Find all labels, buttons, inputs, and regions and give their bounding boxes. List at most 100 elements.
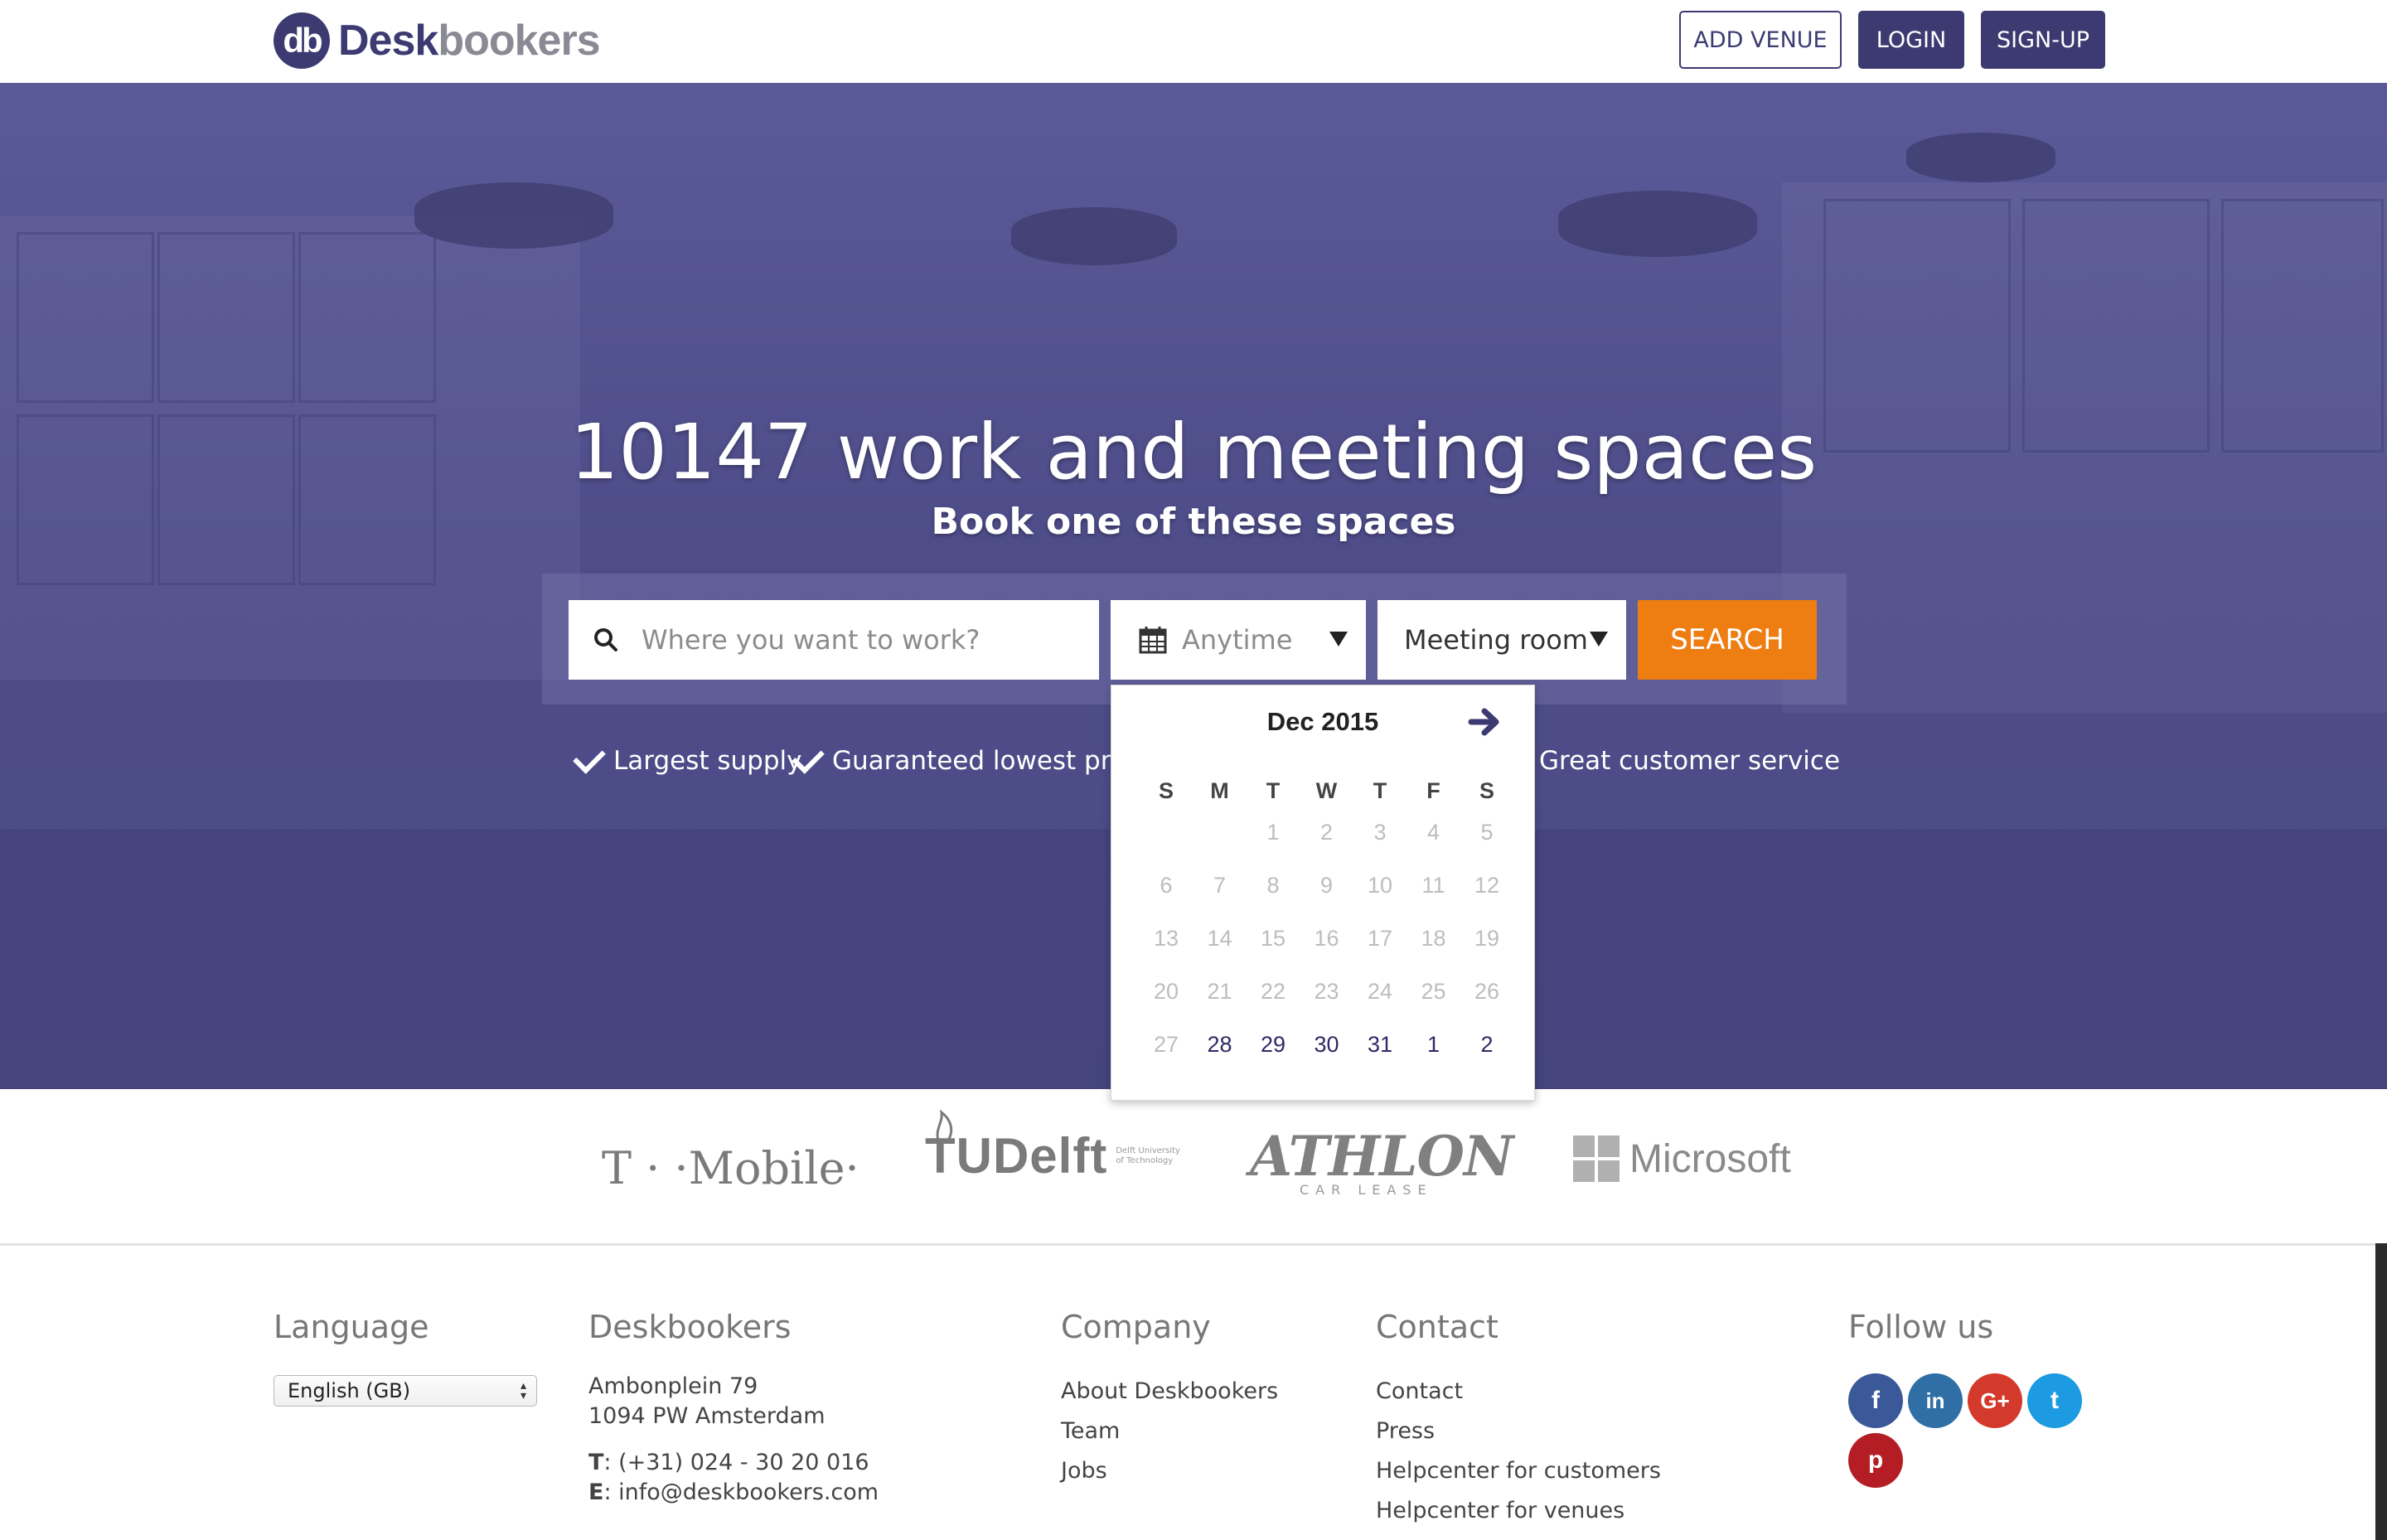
calendar-day-disabled: 8 <box>1266 873 1280 898</box>
company-heading: Company <box>1061 1309 1211 1345</box>
calendar-day-available[interactable]: 28 <box>1194 1032 1247 1058</box>
phone-label: T <box>588 1450 604 1475</box>
calendar-weekday-header: T <box>1266 778 1281 803</box>
calendar-day-available[interactable]: 2 <box>1460 1032 1513 1058</box>
linkedin-icon[interactable]: in <box>1908 1373 1963 1428</box>
footer-link-contact[interactable]: Contact <box>1376 1378 1463 1404</box>
calendar-day-disabled: 11 <box>1421 873 1445 898</box>
facebook-icon[interactable]: f <box>1848 1373 1903 1428</box>
calendar-icon <box>1139 627 1167 654</box>
calendar-day-disabled: 16 <box>1314 926 1339 951</box>
calendar-day-disabled: 12 <box>1474 873 1500 898</box>
calendar-day-disabled: 10 <box>1367 873 1393 898</box>
athlon-logo-text: ATHLON <box>1250 1124 1513 1189</box>
calendar-day-disabled: 22 <box>1260 979 1286 1004</box>
calendar-day-disabled: 18 <box>1421 926 1446 951</box>
hero-subtitle: Book one of these spaces <box>931 501 1456 543</box>
calendar-day-disabled: 24 <box>1367 979 1393 1004</box>
calendar-day-disabled: 19 <box>1474 926 1500 951</box>
footer-link-helpcenter-venues[interactable]: Helpcenter for venues <box>1376 1498 1624 1523</box>
page-scrollbar[interactable] <box>2375 1243 2387 1540</box>
usp-largest-supply: Largest supply <box>573 741 802 776</box>
calendar-day-disabled: 23 <box>1314 979 1339 1004</box>
space-type-value: Meeting room <box>1404 624 1588 656</box>
calendar-day-disabled: 20 <box>1153 979 1179 1004</box>
footer-link-jobs[interactable]: Jobs <box>1061 1458 1107 1484</box>
top-navigation-bar: db Deskbookers ADD VENUE LOGIN SIGN-UP <box>0 0 2387 83</box>
calendar-day-disabled: 13 <box>1153 926 1179 951</box>
follow-us-heading: Follow us <box>1848 1309 1994 1345</box>
calendar-day-disabled: 6 <box>1160 873 1173 898</box>
footer-link-about[interactable]: About Deskbookers <box>1061 1378 1278 1404</box>
login-button[interactable]: LOGIN <box>1858 11 1964 69</box>
calendar-day-disabled: 17 <box>1367 926 1393 951</box>
athlon-logo: ATHLON CAR LEASE <box>1250 1124 1513 1198</box>
add-venue-button[interactable]: ADD VENUE <box>1679 11 1842 69</box>
language-select[interactable]: English (GB) ▴ ▾ <box>274 1375 537 1407</box>
logo-wordmark: Deskbookers <box>338 16 601 65</box>
usp-label: Guaranteed lowest price <box>832 746 1149 776</box>
search-button[interactable]: SEARCH <box>1638 600 1817 680</box>
calendar-day-disabled: 5 <box>1480 820 1494 845</box>
calendar-day-disabled: 4 <box>1426 820 1440 845</box>
calendar-day-available[interactable]: 30 <box>1300 1032 1353 1058</box>
tmobile-logo: T · ·Mobile· <box>602 1142 859 1194</box>
deskbookers-logo[interactable]: db Deskbookers <box>274 12 601 70</box>
date-picker-popup: Dec 2015 S M T W T F S 1 2 3 4 5 6 7 8 9 10 11 12 13 14 15 16 1… <box>1111 685 1535 1101</box>
date-picker-field[interactable]: Anytime <box>1111 600 1366 680</box>
phone-number: T: (+31) 024 - 30 20 016 <box>588 1448 869 1478</box>
hero-title: 10147 work and meeting spaces <box>569 408 1818 496</box>
athlon-logo-subtext: CAR LEASE <box>1300 1182 1433 1198</box>
location-search-input[interactable]: Where you want to work? <box>569 600 1099 680</box>
usp-label: Great customer service <box>1539 746 1841 776</box>
calendar-day-disabled: 25 <box>1421 979 1446 1004</box>
space-type-select[interactable]: Meeting room <box>1377 600 1626 680</box>
calendar-day-disabled: 26 <box>1474 979 1500 1004</box>
logo-wordmark-desk: Desk <box>338 17 438 65</box>
footer-link-press[interactable]: Press <box>1376 1418 1435 1444</box>
footer: Language English (GB) ▴ ▾ Deskbookers Amb… <box>0 1246 2387 1540</box>
calendar-weekday-header: W <box>1315 778 1338 803</box>
address-line-2: 1094 PW Amsterdam <box>588 1403 826 1429</box>
google-plus-icon[interactable]: G+ <box>1968 1373 2022 1428</box>
chevron-down-icon <box>1590 632 1608 647</box>
next-month-button[interactable] <box>1466 705 1503 739</box>
arrow-right-icon <box>1468 708 1499 736</box>
search-icon <box>594 628 617 651</box>
client-logos-strip: T · ·Mobile· TUDelft Delft University of… <box>0 1089 2387 1246</box>
microsoft-logo: Microsoft <box>1573 1136 1791 1182</box>
calendar-day-disabled: 9 <box>1319 873 1334 898</box>
twitter-icon[interactable]: t <box>2027 1373 2082 1428</box>
calendar-day-disabled: 7 <box>1213 873 1227 898</box>
calendar-day-available[interactable]: 29 <box>1247 1032 1300 1058</box>
language-select-value: English (GB) <box>288 1379 411 1402</box>
language-heading: Language <box>274 1309 429 1345</box>
usp-lowest-price: Guaranteed lowest price <box>792 741 1149 776</box>
calendar-day-disabled: 1 <box>1266 820 1280 845</box>
pinterest-icon[interactable]: p <box>1848 1433 1903 1488</box>
logo-wordmark-bookers: bookers <box>438 17 600 65</box>
calendar-day-disabled: 2 <box>1319 820 1334 845</box>
calendar-day-disabled: 27 <box>1153 1032 1179 1057</box>
email-address: E: info@deskbookers.com <box>588 1478 879 1508</box>
calendar-day-available[interactable]: 31 <box>1353 1032 1407 1058</box>
calendar-day-available[interactable]: 1 <box>1407 1032 1460 1058</box>
tudelft-logo: TUDelft Delft University of Technology <box>925 1109 1182 1184</box>
tmobile-logo-text: T · ·Mobile· <box>602 1142 859 1194</box>
usp-customer-service: Great customer service <box>1539 746 1840 776</box>
footer-link-team[interactable]: Team <box>1061 1418 1120 1444</box>
chevron-down-icon <box>1329 632 1348 647</box>
date-picker-value: Anytime <box>1182 624 1293 656</box>
microsoft-logo-text: Microsoft <box>1629 1136 1791 1181</box>
windows-icon <box>1573 1136 1620 1182</box>
address-line-1: Ambonplein 79 <box>588 1373 758 1399</box>
calendar-day-disabled: 3 <box>1373 820 1387 845</box>
location-search-placeholder: Where you want to work? <box>642 624 980 656</box>
footer-link-helpcenter-customers[interactable]: Helpcenter for customers <box>1376 1458 1661 1484</box>
calendar-day-disabled: 15 <box>1260 926 1286 951</box>
calendar-weekday-header: S <box>1479 778 1494 803</box>
email-label: E <box>588 1479 604 1505</box>
signup-button[interactable]: SIGN-UP <box>1981 11 2105 69</box>
calendar-day-disabled: 14 <box>1207 926 1232 951</box>
email-value[interactable]: : info@deskbookers.com <box>603 1479 879 1505</box>
